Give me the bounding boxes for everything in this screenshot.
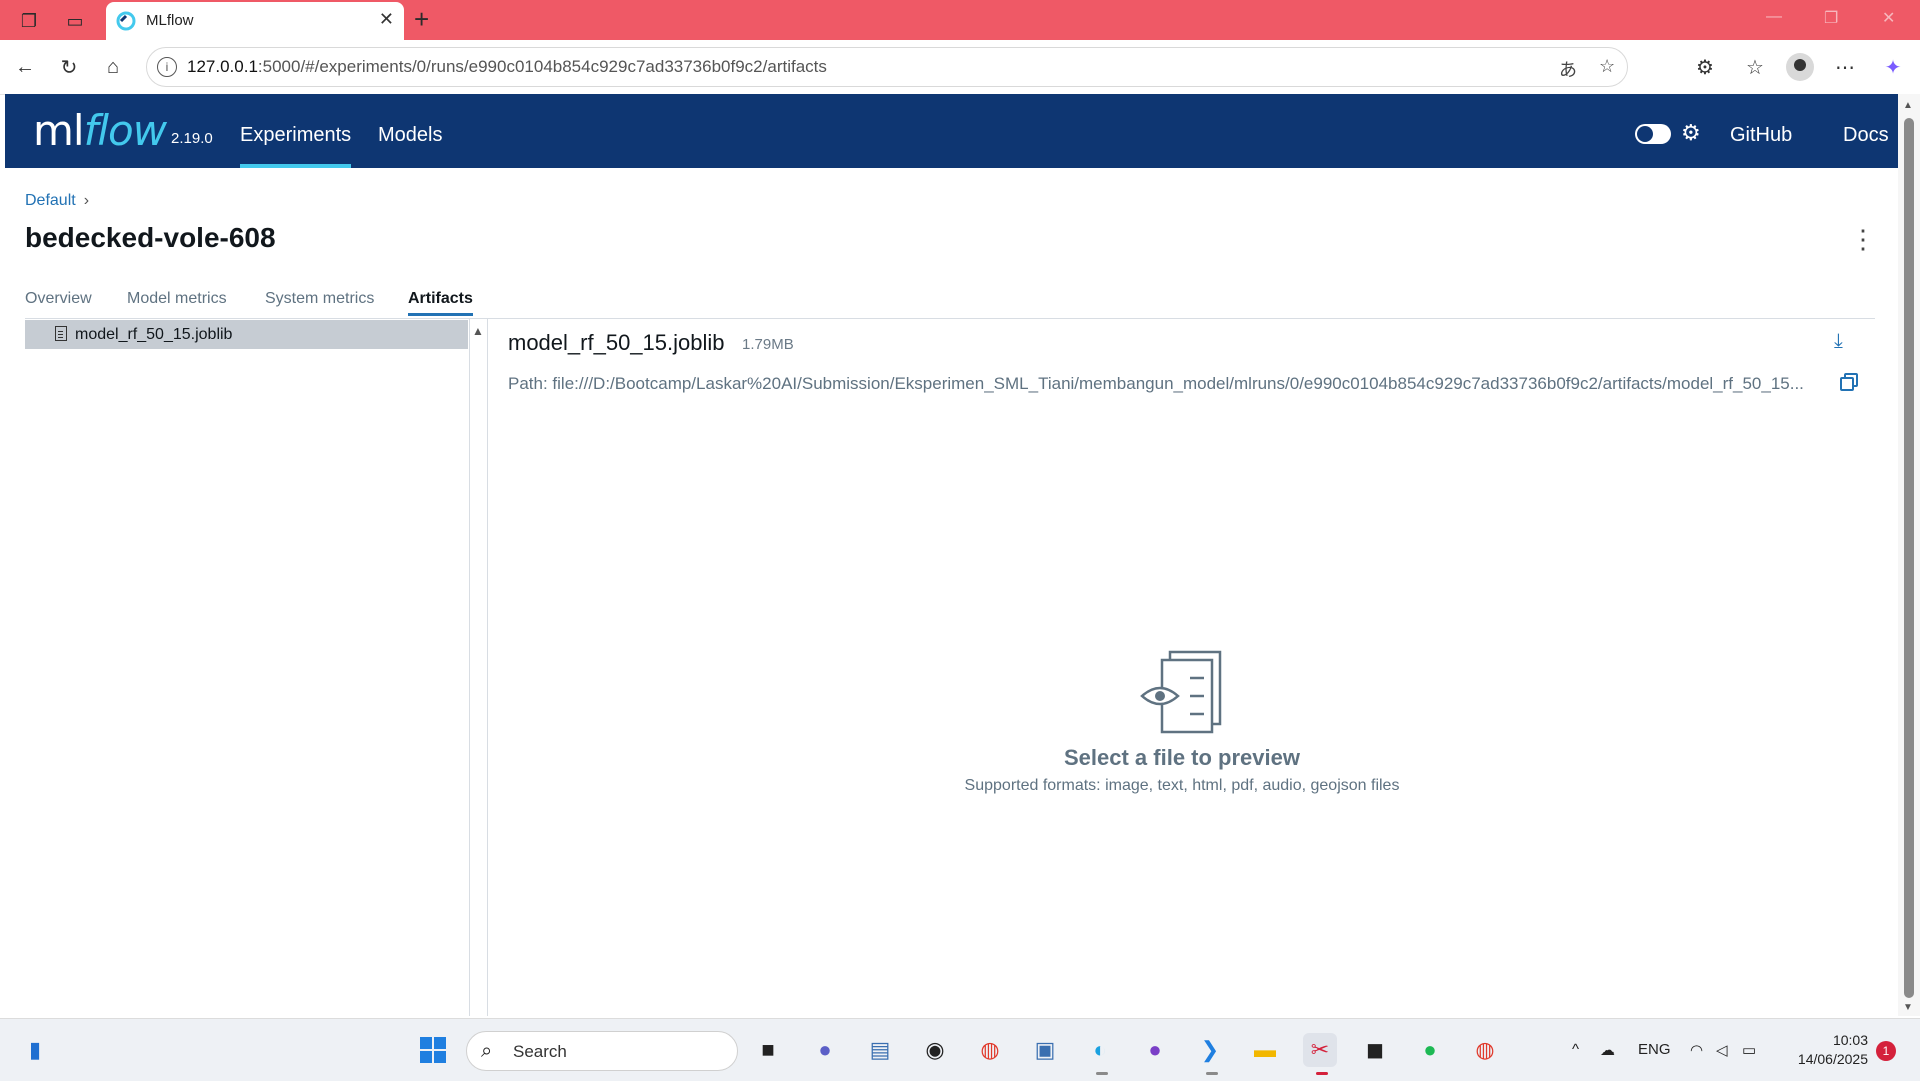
scrollbar-thumb[interactable] — [1904, 118, 1914, 998]
artifact-path: Path: file:///D:/Bootcamp/Laskar%20AI/Su… — [508, 374, 1804, 393]
widgets-icon[interactable]: ▮ — [18, 1033, 52, 1067]
clock-date: 14/06/2025 — [1797, 1051, 1868, 1067]
clock[interactable]: 10:03 14/06/2025 — [1760, 1031, 1868, 1069]
extensions-icon[interactable]: ⚙ — [1690, 52, 1720, 82]
page-title: bedecked-vole-608 — [25, 222, 276, 253]
nav-docs[interactable]: Docs — [1843, 124, 1889, 147]
tree-scrollbar[interactable] — [469, 318, 488, 1016]
reload-icon[interactable]: ↻ — [54, 52, 84, 82]
running-indicator — [1206, 1072, 1218, 1075]
address-bar[interactable]: i 127.0.0.1:5000/#/experiments/0/runs/e9… — [146, 47, 1628, 87]
breadcrumb-experiment-link[interactable]: Default — [25, 192, 76, 209]
onedrive-icon[interactable]: ☁ — [1600, 1041, 1615, 1059]
battery-icon[interactable]: ▭ — [1742, 1041, 1756, 1059]
close-tab-icon[interactable]: ✕ — [379, 9, 394, 30]
spotify-icon[interactable]: ● — [1413, 1033, 1447, 1067]
more-options-icon[interactable]: ⋯ — [1830, 52, 1860, 82]
preview-description: Supported formats: image, text, html, pd… — [964, 777, 1400, 794]
run-tabs: Overview Model metrics System metrics Ar… — [25, 290, 1875, 319]
chrome-icon[interactable]: ◍ — [973, 1033, 1007, 1067]
breadcrumb: Default › — [25, 192, 89, 210]
tree-item-label: model_rf_50_15.joblib — [75, 326, 233, 343]
favorite-star-icon[interactable]: ☆ — [1599, 56, 1615, 77]
wifi-icon[interactable]: ◠ — [1690, 1041, 1703, 1059]
tab-model-metrics[interactable]: Model metrics — [127, 290, 227, 308]
new-tab-icon[interactable]: + — [414, 4, 429, 35]
dark-mode-toggle[interactable] — [1635, 124, 1671, 144]
control-panel-icon[interactable]: ▣ — [1028, 1033, 1062, 1067]
file-icon — [55, 326, 67, 341]
notification-badge[interactable]: 1 — [1876, 1041, 1896, 1061]
sticky-notes-icon[interactable]: ◼ — [1358, 1033, 1392, 1067]
artifact-file-tree: model_rf_50_15.joblib — [25, 318, 470, 1016]
page-scrollbar[interactable]: ▲ ▼ — [1898, 94, 1920, 1016]
minimize-icon[interactable]: — — [1766, 8, 1782, 26]
browser-tab-strip: ❐ ▭ MLflow ✕ + — ❐ ✕ — [0, 0, 1920, 40]
teams-icon[interactable]: ● — [808, 1033, 842, 1067]
mlflow-favicon-icon — [116, 11, 136, 31]
start-icon[interactable] — [416, 1033, 450, 1067]
running-indicator — [1096, 1072, 1108, 1075]
tab-artifacts[interactable]: Artifacts — [408, 290, 473, 316]
language-indicator[interactable]: ENG — [1638, 1041, 1671, 1058]
copy-icon[interactable] — [1840, 373, 1858, 391]
copilot-icon[interactable]: ✦ — [1878, 52, 1908, 82]
download-icon[interactable]: ⤓ — [1834, 330, 1843, 353]
more-actions-icon[interactable]: ⋮ — [1850, 224, 1876, 255]
volume-icon[interactable]: ◁ — [1716, 1041, 1728, 1059]
running-indicator — [1316, 1072, 1328, 1075]
task-view-icon[interactable]: ■ — [751, 1033, 785, 1067]
favorites-icon[interactable]: ☆ — [1740, 52, 1770, 82]
tree-item-file[interactable]: model_rf_50_15.joblib — [25, 320, 468, 349]
browser-toolbar: ← ↻ ⌂ i 127.0.0.1:5000/#/experiments/0/r… — [0, 40, 1920, 95]
tab-overview[interactable]: Overview — [25, 290, 92, 308]
chrome-profile-icon[interactable]: ◍ — [1468, 1033, 1502, 1067]
file-preview-icon — [1140, 650, 1222, 734]
nav-github[interactable]: GitHub — [1730, 124, 1792, 147]
artifact-name: model_rf_50_15.joblib — [508, 330, 725, 355]
preview-title: Select a file to preview — [1064, 745, 1300, 770]
chevron-right-icon: › — [83, 192, 90, 209]
artifact-size: 1.79MB — [742, 336, 794, 353]
search-icon: ⌕ — [481, 1040, 493, 1062]
mlflow-version: 2.19.0 — [171, 130, 213, 147]
tab-system-metrics[interactable]: System metrics — [265, 290, 374, 308]
app-icon[interactable]: ▤ — [863, 1033, 897, 1067]
search-label: Search — [513, 1042, 567, 1061]
site-info-icon[interactable]: i — [157, 57, 177, 77]
taskbar: ▮ ⌕ Search ■ ● ▤ ◉ ◍ ▣ ◐ ● ❯ ▬ ✂ ◼ ● ◍ ^… — [0, 1018, 1920, 1081]
snipping-tool-icon[interactable]: ✂ — [1303, 1033, 1337, 1067]
github-desktop-icon[interactable]: ● — [1138, 1033, 1172, 1067]
taskbar-search[interactable]: ⌕ Search — [466, 1031, 738, 1071]
tab-title: MLflow — [146, 12, 194, 29]
browser-tab-mlflow[interactable]: MLflow ✕ — [106, 2, 404, 40]
scroll-down-icon[interactable]: ▼ — [1903, 1002, 1913, 1013]
tab-actions-icon[interactable]: ▭ — [62, 8, 88, 34]
file-explorer-icon[interactable]: ▬ — [1248, 1033, 1282, 1067]
scroll-up-arrow-icon[interactable]: ▲ — [472, 324, 484, 338]
settings-gear-icon[interactable]: ⚙ — [1681, 120, 1701, 146]
home-icon[interactable]: ⌂ — [98, 52, 128, 82]
back-icon[interactable]: ← — [10, 52, 40, 82]
obs-icon[interactable]: ◉ — [918, 1033, 952, 1067]
maximize-icon[interactable]: ❐ — [1824, 8, 1838, 28]
mlflow-header: mlflow 2.19.0 Experiments Models ⚙ GitHu… — [5, 94, 1898, 168]
nav-models[interactable]: Models — [378, 124, 442, 147]
edge-icon[interactable]: ◐ — [1083, 1033, 1117, 1067]
close-window-icon[interactable]: ✕ — [1882, 8, 1895, 28]
read-aloud-icon[interactable]: あ — [1559, 56, 1577, 82]
scroll-up-icon[interactable]: ▲ — [1903, 100, 1913, 111]
nav-experiments[interactable]: Experiments — [240, 124, 352, 168]
vscode-icon[interactable]: ❯ — [1193, 1033, 1227, 1067]
profile-avatar[interactable] — [1786, 53, 1814, 81]
workspaces-icon[interactable]: ❐ — [16, 8, 42, 34]
show-hidden-icons-icon[interactable]: ^ — [1572, 1041, 1579, 1058]
url-text[interactable]: 127.0.0.1:5000/#/experiments/0/runs/e990… — [187, 57, 827, 77]
clock-time: 10:03 — [1832, 1032, 1868, 1048]
mlflow-logo[interactable]: mlflow — [33, 106, 167, 155]
